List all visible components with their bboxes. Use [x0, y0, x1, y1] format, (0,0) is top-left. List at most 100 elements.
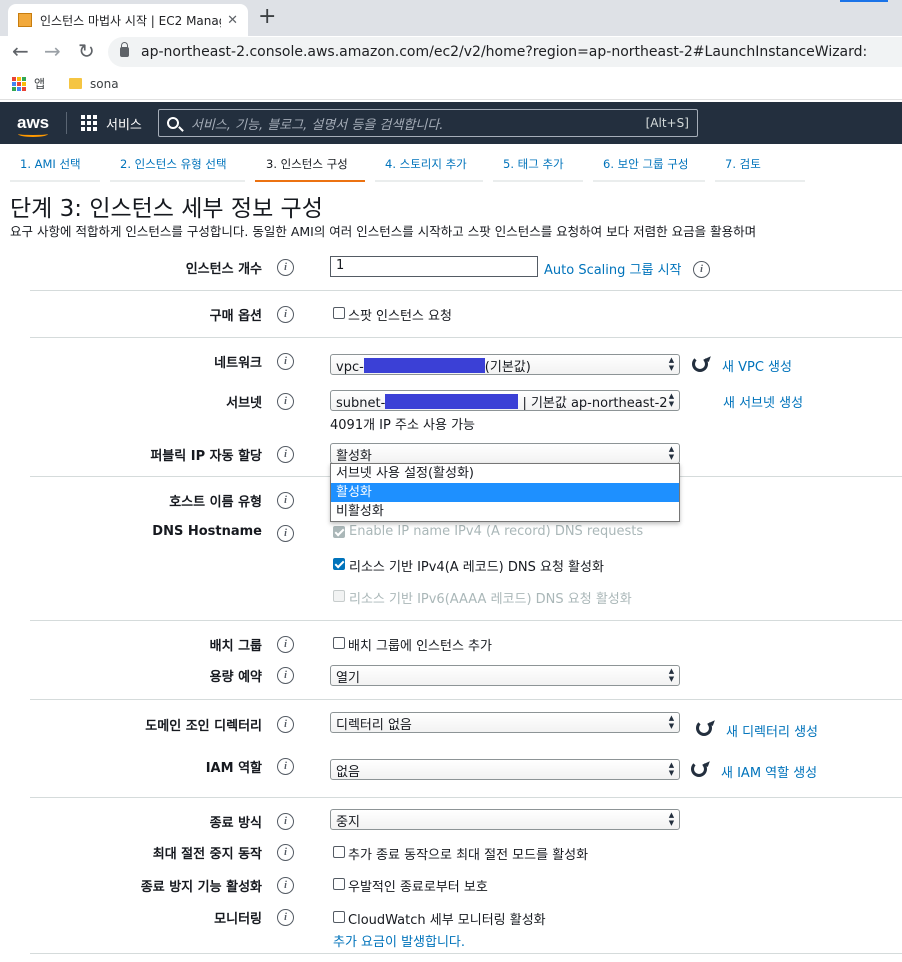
create-vpc-link[interactable]: 새 VPC 생성 — [722, 356, 792, 375]
step-configure-instance[interactable]: 3. 인스턴스 구성 — [266, 156, 348, 180]
spot-request-checkbox[interactable] — [333, 307, 345, 319]
step-active-underline — [255, 180, 365, 182]
create-iam-role-link[interactable]: 새 IAM 역할 생성 — [721, 762, 817, 781]
bookmark-sona[interactable]: sona — [90, 77, 119, 91]
refresh-icon[interactable] — [696, 720, 712, 736]
info-icon[interactable]: i — [277, 909, 294, 926]
info-icon[interactable]: i — [277, 636, 294, 653]
info-icon[interactable]: i — [277, 259, 294, 276]
iam-role-select[interactable]: 없음 ▲ ▼ — [330, 759, 680, 780]
step-security-group[interactable]: 6. 보안 그룹 구성 — [603, 156, 688, 180]
create-subnet-link[interactable]: 새 서브넷 생성 — [723, 392, 803, 411]
redacted-block — [363, 358, 485, 373]
select-arrows-icon: ▲ ▼ — [668, 392, 675, 408]
shutdown-behavior-select[interactable]: 중지 ▲ ▼ — [330, 809, 680, 830]
auto-scaling-link[interactable]: Auto Scaling 그룹 시작 — [544, 259, 682, 278]
domain-directory-label: 도메인 조인 디렉터리 — [145, 719, 262, 734]
browser-tab[interactable]: 인스턴스 마법사 시작 | EC2 Management Console ✕ — [8, 4, 248, 36]
step-review[interactable]: 7. 검토 — [725, 156, 761, 180]
termination-protection-checkbox[interactable] — [333, 878, 345, 890]
domain-directory-value: 디렉터리 없음 — [336, 718, 412, 733]
aws-logo[interactable]: aws — [17, 114, 51, 137]
info-icon[interactable]: i — [277, 813, 294, 830]
purchase-option-label: 구매 옵션 — [209, 309, 262, 324]
vpc-prefix: vpc- — [336, 360, 364, 375]
info-icon[interactable]: i — [693, 261, 710, 278]
refresh-icon[interactable] — [691, 761, 707, 777]
step-storage[interactable]: 4. 스토리지 추가 — [385, 156, 467, 180]
divider — [30, 699, 902, 700]
close-tab-icon[interactable]: ✕ — [227, 13, 238, 28]
hibernate-checkbox[interactable] — [333, 846, 345, 858]
info-icon[interactable]: i — [277, 353, 294, 370]
dropdown-option-enable[interactable]: 활성화 — [331, 483, 679, 502]
forward-arrow-icon[interactable]: → — [44, 40, 61, 62]
info-icon[interactable]: i — [277, 525, 294, 542]
dropdown-option-disable[interactable]: 비활성화 — [331, 502, 679, 521]
header-divider — [66, 112, 67, 134]
monitoring-label: 모니터링 — [214, 912, 262, 927]
services-grid-icon[interactable] — [81, 115, 97, 131]
public-ip-select[interactable]: 활성화 ▲ ▼ — [330, 443, 680, 464]
tab-title: 인스턴스 마법사 시작 | EC2 Management Console — [40, 13, 221, 28]
domain-directory-select[interactable]: 디렉터리 없음 ▲ ▼ — [330, 712, 680, 733]
new-tab-button[interactable]: + — [258, 4, 276, 30]
create-directory-link[interactable]: 새 디렉터리 생성 — [726, 721, 818, 740]
info-icon[interactable]: i — [277, 877, 294, 894]
subnet-prefix: subnet- — [336, 396, 386, 411]
info-icon[interactable]: i — [277, 446, 294, 463]
refresh-icon[interactable] — [692, 356, 708, 372]
info-icon[interactable]: i — [277, 306, 294, 323]
search-placeholder: 서비스, 기능, 블로그, 설명서 등을 검색합니다. — [190, 117, 444, 133]
info-icon[interactable]: i — [277, 844, 294, 861]
aws-favicon-icon — [18, 13, 32, 27]
apps-grid-icon[interactable] — [12, 76, 26, 91]
instance-count-input[interactable]: 1 — [330, 256, 538, 277]
service-search-input[interactable]: 서비스, 기능, 블로그, 설명서 등을 검색합니다. [Alt+S] — [157, 109, 698, 137]
monitoring-text: CloudWatch 세부 모니터링 활성화 — [348, 913, 546, 928]
step-tags[interactable]: 5. 태그 추가 — [503, 156, 564, 180]
info-icon[interactable]: i — [277, 492, 294, 509]
folder-icon — [69, 78, 83, 89]
resource-ipv6-dns-checkbox — [333, 590, 345, 602]
ip-name-dns-checkbox — [333, 526, 345, 538]
address-bar[interactable]: ap-northeast-2.console.aws.amazon.com/ec… — [108, 37, 902, 67]
monitoring-checkbox[interactable] — [333, 911, 345, 923]
step-ami[interactable]: 1. AMI 선택 — [20, 156, 81, 180]
subnet-default-suffix: | 기본값 ap-northeast-2 — [522, 396, 668, 411]
services-menu[interactable]: 서비스 — [106, 114, 142, 133]
back-arrow-icon[interactable]: ← — [12, 40, 29, 62]
info-icon[interactable]: i — [277, 393, 294, 410]
info-icon[interactable]: i — [277, 716, 294, 733]
capacity-reservation-select[interactable]: 열기 ▲ ▼ — [330, 665, 680, 686]
network-select[interactable]: vpc- (기본값) ▲ ▼ — [330, 354, 680, 375]
search-icon — [166, 117, 179, 129]
bookmark-apps[interactable]: 앱 — [34, 75, 45, 92]
termination-protection-text: 우발적인 종료로부터 보호 — [348, 880, 488, 895]
dns-hostname-label: DNS Hostname — [152, 524, 262, 539]
resource-ipv4-dns-checkbox[interactable] — [333, 558, 345, 570]
termination-protection-label: 종료 방지 기능 활성화 — [140, 880, 262, 895]
profile-indicator — [840, 0, 888, 2]
info-icon[interactable]: i — [277, 758, 294, 775]
capacity-reservation-label: 용량 예약 — [209, 670, 262, 685]
capacity-reservation-value: 열기 — [336, 671, 360, 686]
divider — [30, 620, 902, 621]
public-ip-dropdown[interactable]: 서브넷 사용 설정(활성화) 활성화 비활성화 — [330, 463, 680, 522]
subnet-select[interactable]: subnet- | 기본값 ap-northeast-2 ▲ ▼ — [330, 390, 680, 411]
additional-charges-link[interactable]: 추가 요금이 발생합니다. — [333, 931, 465, 950]
select-arrows-icon: ▲ ▼ — [668, 445, 675, 461]
hibernate-label: 최대 절전 중지 동작 — [152, 847, 262, 862]
reload-icon[interactable]: ↻ — [78, 40, 95, 62]
placement-group-label: 배치 그룹 — [209, 639, 262, 654]
info-icon[interactable]: i — [277, 667, 294, 684]
instance-count-label: 인스턴스 개수 — [185, 262, 262, 277]
iam-role-label: IAM 역할 — [205, 761, 262, 776]
placement-group-checkbox[interactable] — [333, 637, 345, 649]
iam-role-value: 없음 — [336, 765, 360, 780]
network-label: 네트워크 — [214, 356, 262, 371]
divider — [30, 290, 902, 291]
dropdown-option-subnet-default[interactable]: 서브넷 사용 설정(활성화) — [331, 464, 679, 483]
step-instance-type[interactable]: 2. 인스턴스 유형 선택 — [120, 156, 227, 180]
select-arrows-icon: ▲ ▼ — [668, 761, 675, 777]
